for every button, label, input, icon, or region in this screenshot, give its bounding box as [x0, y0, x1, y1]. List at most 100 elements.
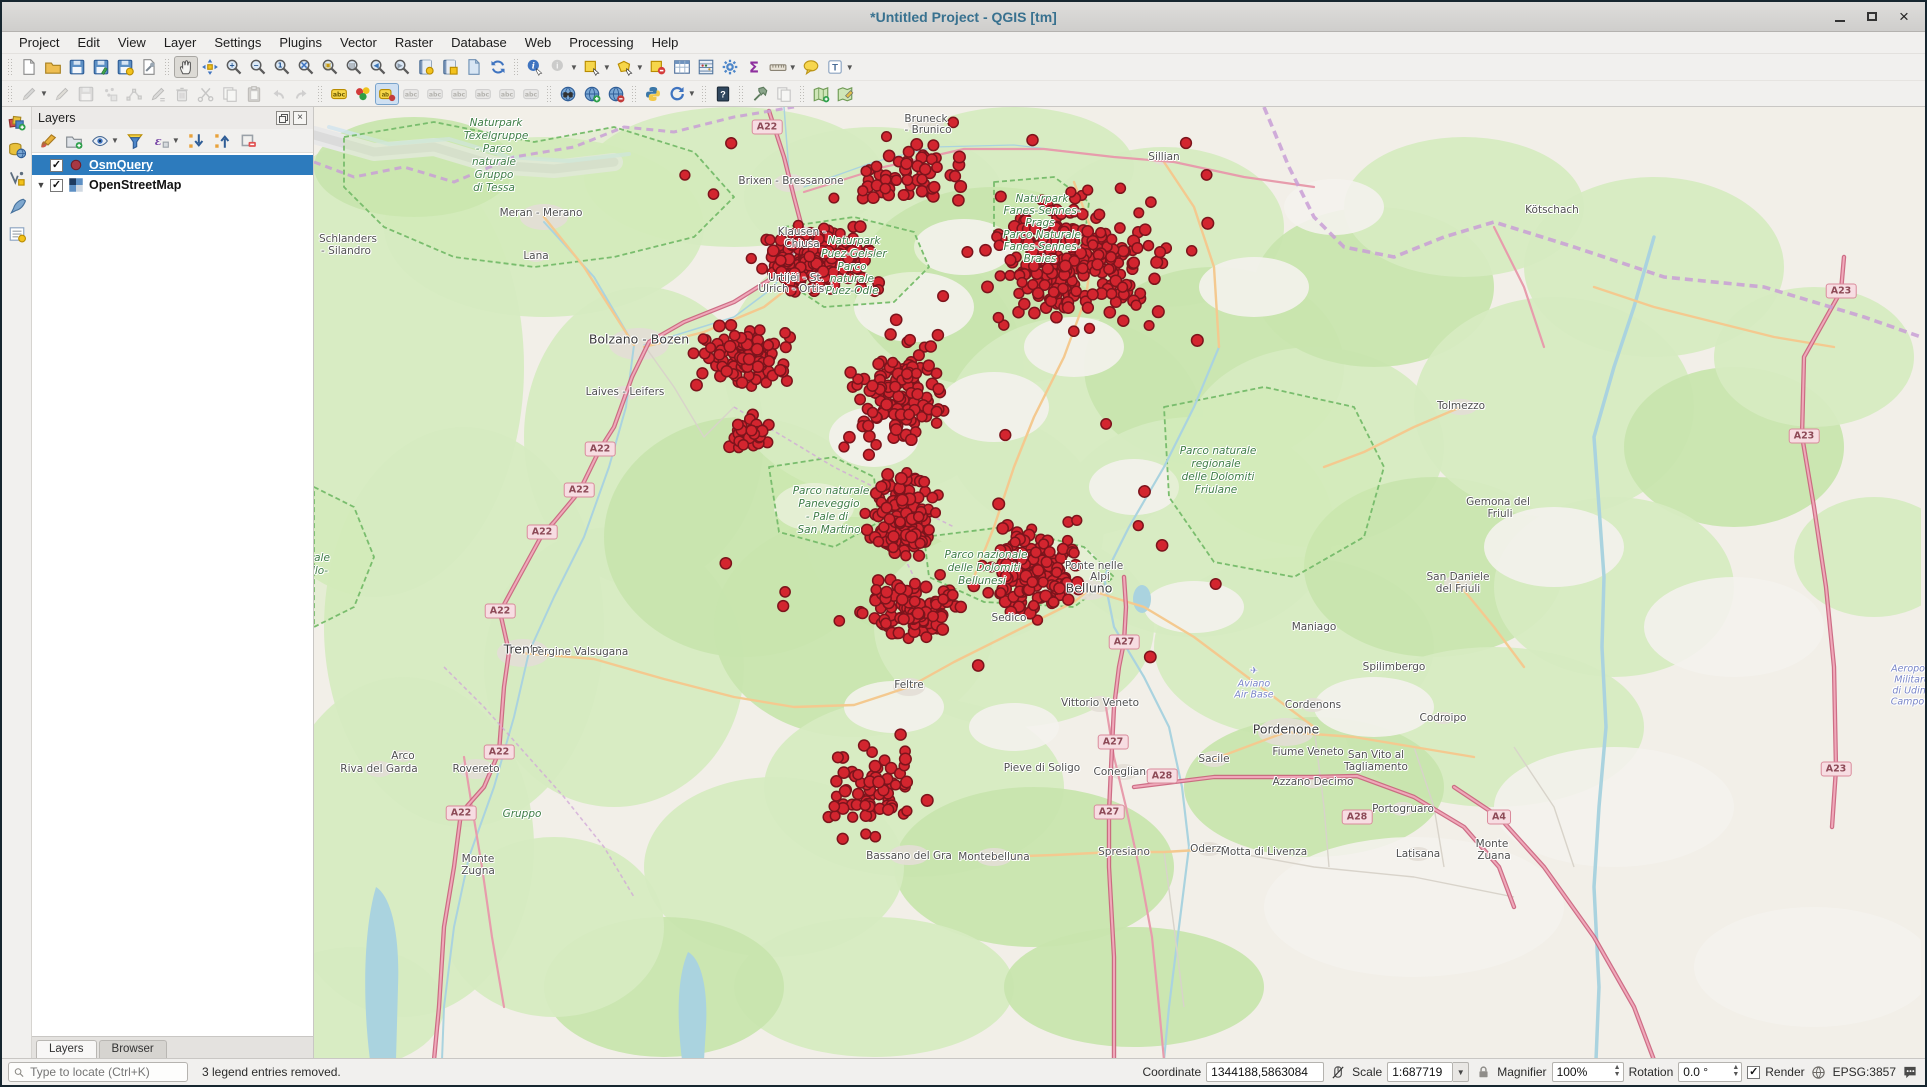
- menu-processing[interactable]: Processing: [560, 33, 642, 52]
- map-canvas[interactable]: Bruneck- BrunicoSillianKötschachBrixen -…: [314, 107, 1925, 1058]
- processing-history-button[interactable]: [665, 83, 689, 105]
- add-qms-service-button[interactable]: [580, 83, 604, 105]
- processing-toolbox-button[interactable]: [718, 56, 742, 78]
- deselect-features-button[interactable]: [646, 56, 670, 78]
- metasearch-button[interactable]: [556, 83, 580, 105]
- osm-tools-button[interactable]: [748, 83, 772, 105]
- select-features-dropdown[interactable]: ▼: [603, 63, 611, 72]
- zoom-to-selection-button[interactable]: ▣: [318, 56, 342, 78]
- current-edits-dropdown[interactable]: ▼: [40, 89, 48, 98]
- add-delimited-text-layer-button[interactable]: [5, 223, 29, 245]
- zoom-out-button[interactable]: −: [246, 56, 270, 78]
- select-features-by-value-button[interactable]: [613, 56, 637, 78]
- zoom-next-button[interactable]: ▶: [390, 56, 414, 78]
- open-attribute-table-button[interactable]: [670, 56, 694, 78]
- coordinate-input[interactable]: 1344188,5863084: [1206, 1062, 1324, 1082]
- collapse-all-button[interactable]: [210, 130, 234, 151]
- menu-layer[interactable]: Layer: [155, 33, 206, 52]
- help-contents-button[interactable]: ?: [711, 83, 735, 105]
- text-annotation-dropdown[interactable]: ▼: [846, 63, 854, 72]
- project-properties-button[interactable]: [137, 56, 161, 78]
- add-group-button[interactable]: [62, 130, 86, 151]
- manage-map-themes-dropdown[interactable]: ▼: [111, 136, 119, 145]
- zoom-last-button[interactable]: ◀: [366, 56, 390, 78]
- layer-checkbox[interactable]: ✓: [50, 159, 63, 172]
- filter-by-expression-button[interactable]: ε: [149, 130, 173, 151]
- quickosm-button[interactable]: [809, 83, 833, 105]
- manage-map-themes-button[interactable]: [88, 130, 112, 151]
- remove-layer-button[interactable]: [236, 130, 260, 151]
- maximize-button[interactable]: [1863, 8, 1881, 26]
- layer-expander[interactable]: ▼: [36, 180, 46, 190]
- refresh-map-button[interactable]: [486, 56, 510, 78]
- panel-tab-layers[interactable]: Layers: [36, 1040, 97, 1058]
- close-button[interactable]: ×: [1895, 8, 1913, 26]
- layer-row-openstreetmap[interactable]: ▼✓OpenStreetMap: [32, 175, 313, 195]
- run-feature-action-dropdown[interactable]: ▼: [570, 63, 578, 72]
- python-console-button[interactable]: [641, 83, 665, 105]
- pan-map-button[interactable]: [174, 56, 198, 78]
- add-spatialite-layer-button[interactable]: [5, 139, 29, 161]
- render-checkbox[interactable]: ✓: [1747, 1066, 1760, 1079]
- zoom-full-extent-button[interactable]: [294, 56, 318, 78]
- menu-web[interactable]: Web: [516, 33, 561, 52]
- menu-database[interactable]: Database: [442, 33, 516, 52]
- new-spatial-bookmark-button[interactable]: [414, 56, 438, 78]
- menu-vector[interactable]: Vector: [331, 33, 386, 52]
- open-project-button[interactable]: [41, 56, 65, 78]
- select-features-by-value-dropdown[interactable]: ▼: [636, 63, 644, 72]
- save-project-button[interactable]: [65, 56, 89, 78]
- panel-tab-browser[interactable]: Browser: [99, 1040, 167, 1058]
- pan-to-selection-button[interactable]: [198, 56, 222, 78]
- panel-float-button[interactable]: [276, 111, 290, 125]
- menu-help[interactable]: Help: [643, 33, 688, 52]
- data-source-manager-button[interactable]: [5, 111, 29, 133]
- toolbar-grip[interactable]: [7, 86, 14, 102]
- menu-raster[interactable]: Raster: [386, 33, 442, 52]
- new-shapefile-layer-button[interactable]: [5, 195, 29, 217]
- osm-downloader-button[interactable]: [833, 83, 857, 105]
- locator-box[interactable]: [8, 1062, 188, 1082]
- new-project-button[interactable]: [17, 56, 41, 78]
- menu-settings[interactable]: Settings: [205, 33, 270, 52]
- save-project-as-button[interactable]: [89, 56, 113, 78]
- field-calculator-button[interactable]: [694, 56, 718, 78]
- remove-qms-service-button[interactable]: [604, 83, 628, 105]
- select-features-button[interactable]: [580, 56, 604, 78]
- save-to-template-button[interactable]: [113, 56, 137, 78]
- add-vector-layer-button[interactable]: [5, 167, 29, 189]
- locator-input[interactable]: [28, 1064, 182, 1080]
- identify-features-button[interactable]: i: [523, 56, 547, 78]
- text-annotation-button[interactable]: T: [823, 56, 847, 78]
- open-layer-styling-button[interactable]: [36, 130, 60, 151]
- minimize-button[interactable]: [1831, 8, 1849, 26]
- scale-combo[interactable]: 1:687719: [1387, 1062, 1453, 1082]
- panel-close-button[interactable]: ×: [293, 111, 307, 125]
- layer-diagram-options-button[interactable]: [351, 83, 375, 105]
- zoom-in-button[interactable]: +: [222, 56, 246, 78]
- rotation-spinbox[interactable]: 0.0 °▲▼: [1678, 1062, 1742, 1082]
- layer-checkbox[interactable]: ✓: [50, 179, 63, 192]
- layer-row-osmquery[interactable]: ✓OsmQuery: [32, 155, 313, 175]
- scale-dropdown[interactable]: ▼: [1453, 1062, 1469, 1082]
- magnifier-spinbox[interactable]: 100%▲▼: [1552, 1062, 1624, 1082]
- filter-by-expression-dropdown[interactable]: ▼: [172, 136, 180, 145]
- toolbar-grip[interactable]: [7, 59, 14, 75]
- lock-scale-icon[interactable]: [1474, 1063, 1492, 1081]
- layer-labeling-options-button[interactable]: abc: [327, 83, 351, 105]
- filter-legend-button[interactable]: [123, 130, 147, 151]
- new-map-view-button[interactable]: [462, 56, 486, 78]
- menu-view[interactable]: View: [109, 33, 155, 52]
- measure-line-button[interactable]: [766, 56, 790, 78]
- crs-globe-icon[interactable]: [1810, 1063, 1828, 1081]
- menu-project[interactable]: Project: [10, 33, 68, 52]
- map-tips-button[interactable]: [799, 56, 823, 78]
- zoom-native-button[interactable]: 1: [270, 56, 294, 78]
- crs-status[interactable]: EPSG:3857: [1833, 1065, 1896, 1079]
- menu-plugins[interactable]: Plugins: [270, 33, 331, 52]
- extents-toggle-icon[interactable]: [1329, 1063, 1347, 1081]
- show-spatial-bookmarks-button[interactable]: [438, 56, 462, 78]
- expand-all-button[interactable]: [184, 130, 208, 151]
- statistical-summary-button[interactable]: Σ: [742, 56, 766, 78]
- messages-icon[interactable]: [1901, 1063, 1919, 1081]
